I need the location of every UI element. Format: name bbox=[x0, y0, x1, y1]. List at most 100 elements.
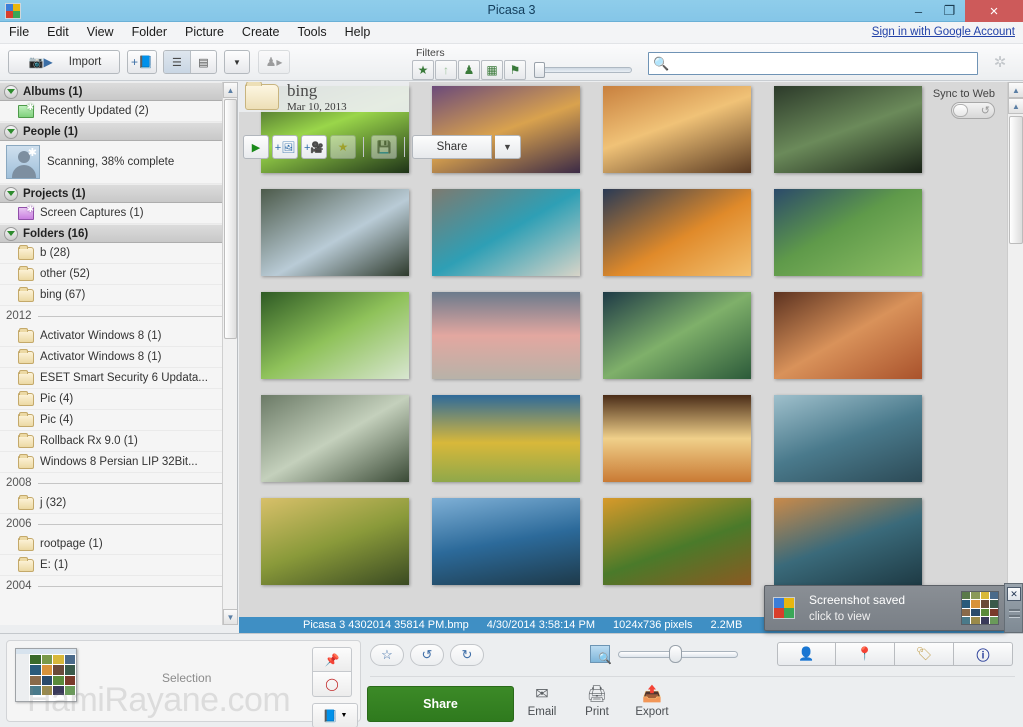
sidebar-item-pic-2[interactable]: Pic (4) bbox=[0, 410, 237, 431]
import-button[interactable]: 📷▶ Import bbox=[8, 50, 120, 74]
star-button[interactable]: ★ bbox=[330, 135, 356, 159]
maximize-button[interactable]: ❐ bbox=[934, 0, 965, 22]
menu-help[interactable]: Help bbox=[336, 22, 380, 44]
photo-thumbnail[interactable] bbox=[603, 498, 751, 585]
sidebar-item-drive-e[interactable]: E: (1) bbox=[0, 555, 237, 576]
share-button[interactable]: Share bbox=[412, 135, 492, 159]
view-mode-group[interactable]: ☰ ▤ bbox=[163, 50, 217, 74]
sidebar-item-pic-1[interactable]: Pic (4) bbox=[0, 389, 237, 410]
sidebar-section-people[interactable]: People (1) bbox=[0, 122, 237, 141]
sidebar-scrollbar[interactable]: ▲ ▼ bbox=[222, 82, 237, 625]
photo-thumbnail[interactable] bbox=[432, 395, 580, 482]
photo-thumbnail[interactable] bbox=[774, 189, 922, 276]
photo-thumbnail[interactable] bbox=[432, 292, 580, 379]
scrollbar-thumb[interactable] bbox=[224, 99, 237, 339]
scroll-down-icon[interactable]: ▼ bbox=[223, 609, 237, 625]
upload-filter-button[interactable]: ↑ bbox=[435, 60, 457, 80]
photo-thumbnail[interactable] bbox=[603, 189, 751, 276]
sidebar-section-albums[interactable]: Albums (1) bbox=[0, 82, 237, 101]
scroll-top-icon[interactable]: ▲ bbox=[1008, 82, 1023, 98]
share-dropdown-icon[interactable]: ▼ bbox=[495, 135, 521, 159]
sidebar-item-folder-b[interactable]: b (28) bbox=[0, 243, 237, 264]
scroll-up-icon[interactable]: ▲ bbox=[1008, 98, 1023, 114]
sidebar-section-folders[interactable]: Folders (16) bbox=[0, 224, 237, 243]
collapse-triangle-icon[interactable] bbox=[4, 124, 18, 139]
email-action[interactable]: ✉ Email bbox=[515, 684, 569, 718]
photo-grid-scrollbar[interactable]: ▲ ▲ ▼ ▼ bbox=[1007, 82, 1023, 625]
sidebar-item-folder-j[interactable]: j (32) bbox=[0, 493, 237, 514]
photo-thumbnail[interactable] bbox=[432, 498, 580, 585]
info-view-button[interactable]: ⓘ bbox=[954, 642, 1013, 666]
minimize-button[interactable]: – bbox=[903, 0, 934, 22]
sync-toggle[interactable]: ↺ bbox=[951, 102, 995, 119]
menu-view[interactable]: View bbox=[78, 22, 123, 44]
menu-tools[interactable]: Tools bbox=[288, 22, 335, 44]
menu-picture[interactable]: Picture bbox=[176, 22, 233, 44]
add-photo-button[interactable]: +🖼 bbox=[272, 135, 298, 159]
sidebar-item-win8-persian[interactable]: Windows 8 Persian LIP 32Bit... bbox=[0, 452, 237, 473]
detail-view-icon[interactable]: ▤ bbox=[189, 51, 216, 73]
collapse-triangle-icon[interactable] bbox=[4, 84, 18, 99]
zoom-slider[interactable] bbox=[618, 645, 738, 663]
places-view-button[interactable]: 📍 bbox=[836, 642, 895, 666]
menu-create[interactable]: Create bbox=[233, 22, 289, 44]
close-button[interactable]: × bbox=[965, 0, 1023, 22]
menu-file[interactable]: File bbox=[0, 22, 38, 44]
sidebar-item-scanning[interactable]: ✱ Scanning, 38% complete bbox=[0, 141, 237, 184]
sidebar-item-recently-updated[interactable]: Recently Updated (2) bbox=[0, 101, 237, 122]
tags-view-button[interactable]: 🏷 bbox=[895, 642, 954, 666]
slider-knob[interactable] bbox=[669, 645, 682, 663]
menu-folder[interactable]: Folder bbox=[123, 22, 176, 44]
add-movie-button[interactable]: +🎥 bbox=[301, 135, 327, 159]
scrollbar-thumb[interactable] bbox=[1009, 116, 1023, 244]
photo-thumbnail[interactable] bbox=[432, 189, 580, 276]
people-view-button[interactable]: 👤 bbox=[777, 642, 836, 666]
collapse-triangle-icon[interactable] bbox=[4, 226, 18, 241]
photo-thumbnail[interactable] bbox=[774, 292, 922, 379]
screenshot-preview[interactable] bbox=[961, 591, 999, 625]
sidebar-section-projects[interactable]: Projects (1) bbox=[0, 184, 237, 203]
clear-selection-button[interactable]: ◯ bbox=[312, 672, 352, 697]
hold-pin-button[interactable]: 📌 bbox=[312, 647, 352, 672]
close-icon[interactable]: ✕ bbox=[1007, 587, 1021, 601]
print-action[interactable]: 🖨 Print bbox=[570, 684, 624, 718]
photo-thumbnail[interactable] bbox=[261, 395, 409, 482]
sidebar-item-rollback[interactable]: Rollback Rx 9.0 (1) bbox=[0, 431, 237, 452]
faces-filter-button[interactable]: ♟ bbox=[458, 60, 480, 80]
sidebar-item-eset[interactable]: ESET Smart Security 6 Updata... bbox=[0, 368, 237, 389]
sidebar-item-folder-other[interactable]: other (52) bbox=[0, 264, 237, 285]
date-range-slider[interactable] bbox=[534, 60, 632, 80]
sidebar-item-activator-1[interactable]: Activator Windows 8 (1) bbox=[0, 326, 237, 347]
photo-thumbnail[interactable] bbox=[261, 292, 409, 379]
toggle-knob[interactable] bbox=[953, 104, 968, 117]
photo-thumbnail[interactable] bbox=[774, 498, 922, 585]
photo-thumbnail[interactable] bbox=[603, 86, 751, 173]
sidebar-item-folder-bing[interactable]: bing (67) bbox=[0, 285, 237, 306]
add-album-button[interactable]: +📘 bbox=[127, 50, 157, 74]
photo-thumbnail[interactable] bbox=[261, 189, 409, 276]
save-button[interactable]: 💾 bbox=[371, 135, 397, 159]
export-action[interactable]: 📤 Export bbox=[625, 684, 679, 718]
search-box[interactable]: 🔍 bbox=[648, 52, 978, 75]
play-slideshow-button[interactable]: ▶ bbox=[243, 135, 269, 159]
search-input[interactable] bbox=[673, 55, 973, 72]
list-view-icon[interactable]: ☰ bbox=[164, 51, 190, 73]
photo-thumbnail[interactable] bbox=[774, 86, 922, 173]
view-dropdown-button[interactable]: ▼ bbox=[224, 50, 250, 74]
menu-edit[interactable]: Edit bbox=[38, 22, 78, 44]
collapse-triangle-icon[interactable] bbox=[4, 186, 18, 201]
scroll-up-icon[interactable]: ▲ bbox=[223, 82, 237, 98]
photo-thumbnail[interactable] bbox=[603, 292, 751, 379]
screenshot-saved-toast[interactable]: Screenshot saved click to view bbox=[764, 585, 1006, 631]
rotate-left-button[interactable]: ↺ bbox=[410, 644, 444, 666]
toast-subtitle[interactable]: click to view bbox=[809, 611, 870, 623]
share-action-button[interactable]: Share bbox=[367, 686, 514, 722]
sidebar-item-screen-captures[interactable]: Screen Captures (1) bbox=[0, 203, 237, 224]
photo-thumbnail[interactable] bbox=[261, 498, 409, 585]
photo-thumbnail[interactable] bbox=[603, 395, 751, 482]
slider-knob[interactable] bbox=[534, 62, 545, 78]
sidebar-item-rootpage[interactable]: rootpage (1) bbox=[0, 534, 237, 555]
sidebar-item-activator-2[interactable]: Activator Windows 8 (1) bbox=[0, 347, 237, 368]
album-dropdown-button[interactable]: 📘 ▼ bbox=[312, 703, 358, 727]
people-toggle-button[interactable]: ♟▸ bbox=[258, 50, 290, 74]
